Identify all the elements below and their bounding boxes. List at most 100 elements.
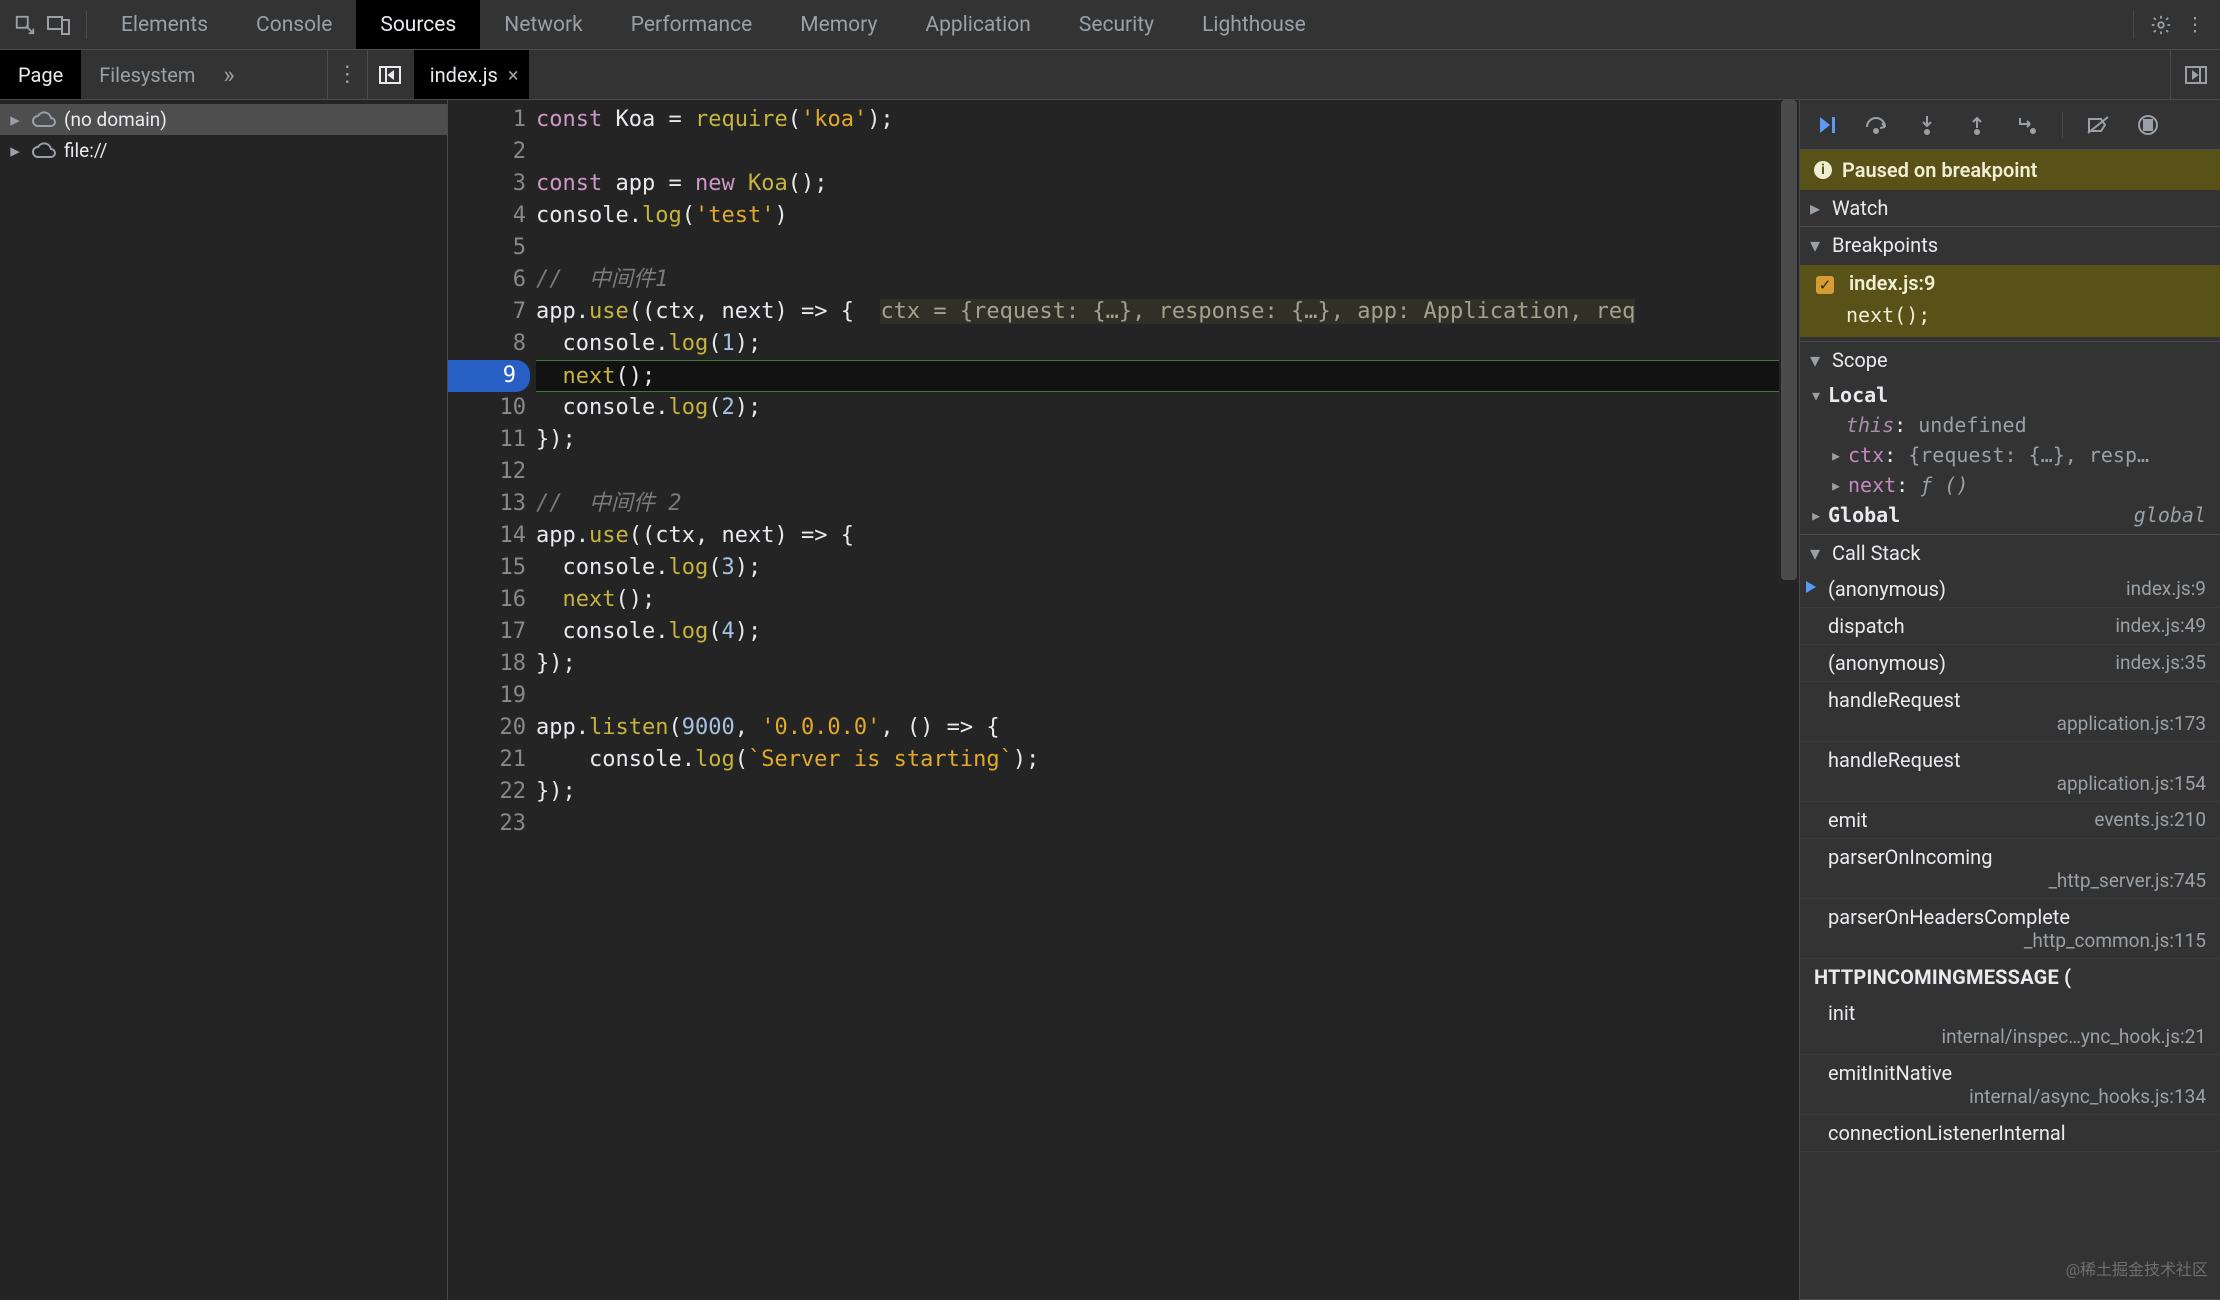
code-line[interactable]: const Koa = require('koa'); xyxy=(536,104,1799,136)
stack-frame[interactable]: initinternal/inspec…ync_hook.js:21 xyxy=(1800,995,2220,1055)
line-number[interactable]: 15 xyxy=(448,552,526,584)
line-number[interactable]: 20 xyxy=(448,712,526,744)
tab-memory[interactable]: Memory xyxy=(776,0,901,49)
code-line[interactable]: }); xyxy=(536,648,1799,680)
code-line[interactable] xyxy=(536,456,1799,488)
stack-frame[interactable]: (anonymous)index.js:35 xyxy=(1800,645,2220,682)
scope-header[interactable]: ▾ Scope xyxy=(1800,342,2220,378)
tab-performance[interactable]: Performance xyxy=(607,0,776,49)
tree-item-no-domain[interactable]: ▸ (no domain) xyxy=(0,104,447,135)
navigator-tab-filesystem[interactable]: Filesystem xyxy=(81,50,213,99)
line-number[interactable]: 1 xyxy=(448,104,526,136)
scope-next[interactable]: ▸next: ƒ () xyxy=(1800,470,2220,500)
line-number[interactable]: 12 xyxy=(448,456,526,488)
kebab-icon[interactable]: ⋮ xyxy=(2178,8,2212,42)
line-number[interactable]: 4 xyxy=(448,200,526,232)
line-number[interactable]: 23 xyxy=(448,808,526,840)
toggle-debugger-icon[interactable] xyxy=(2170,50,2220,99)
tab-lighthouse[interactable]: Lighthouse xyxy=(1178,0,1330,49)
code-line[interactable] xyxy=(536,808,1799,840)
code-area[interactable]: const Koa = require('koa'); const app = … xyxy=(536,100,1799,1300)
inspect-icon[interactable] xyxy=(8,8,42,42)
stack-frame[interactable]: connectionListenerInternal xyxy=(1800,1115,2220,1152)
scope-this[interactable]: this: undefined xyxy=(1800,410,2220,440)
device-toggle-icon[interactable] xyxy=(42,8,76,42)
code-line[interactable]: app.use((ctx, next) => { xyxy=(536,520,1799,552)
tree-item-file[interactable]: ▸ file:// xyxy=(0,135,447,166)
tab-console[interactable]: Console xyxy=(232,0,356,49)
resume-icon[interactable] xyxy=(1812,110,1842,140)
deactivate-breakpoints-icon[interactable] xyxy=(2083,110,2113,140)
line-number[interactable]: 5 xyxy=(448,232,526,264)
file-tab-index[interactable]: index.js × xyxy=(414,50,529,99)
code-line[interactable]: next(); xyxy=(536,360,1799,392)
step-over-icon[interactable] xyxy=(1862,110,1892,140)
code-line[interactable]: next(); xyxy=(536,584,1799,616)
step-icon[interactable] xyxy=(2012,110,2042,140)
code-line[interactable]: console.log(3); xyxy=(536,552,1799,584)
stack-frame[interactable]: emitevents.js:210 xyxy=(1800,802,2220,839)
scope-global[interactable]: ▸Global global xyxy=(1800,500,2220,530)
line-number[interactable]: 3 xyxy=(448,168,526,200)
pause-exceptions-icon[interactable] xyxy=(2133,110,2163,140)
gear-icon[interactable] xyxy=(2144,8,2178,42)
line-number[interactable]: 14 xyxy=(448,520,526,552)
line-number[interactable]: 6 xyxy=(448,264,526,296)
tab-security[interactable]: Security xyxy=(1055,0,1178,49)
scope-ctx[interactable]: ▸ctx: {request: {…}, resp… xyxy=(1800,440,2220,470)
code-line[interactable] xyxy=(536,680,1799,712)
line-number[interactable]: 10 xyxy=(448,392,526,424)
stack-frame[interactable]: parserOnIncoming_http_server.js:745 xyxy=(1800,839,2220,899)
watch-header[interactable]: ▸ Watch xyxy=(1800,190,2220,226)
code-line[interactable]: }); xyxy=(536,776,1799,808)
checkbox-checked-icon[interactable]: ✓ xyxy=(1816,276,1834,294)
tab-sources[interactable]: Sources xyxy=(356,0,480,49)
line-number[interactable]: 11 xyxy=(448,424,526,456)
line-number[interactable]: 22 xyxy=(448,776,526,808)
scrollbar-thumb[interactable] xyxy=(1781,100,1797,580)
code-line[interactable]: console.log(1); xyxy=(536,328,1799,360)
code-line[interactable]: }); xyxy=(536,424,1799,456)
code-line[interactable] xyxy=(536,136,1799,168)
code-line[interactable]: console.log(4); xyxy=(536,616,1799,648)
code-line[interactable]: console.log('test') xyxy=(536,200,1799,232)
close-icon[interactable]: × xyxy=(508,63,519,87)
line-number[interactable]: 8 xyxy=(448,328,526,360)
code-line[interactable]: const app = new Koa(); xyxy=(536,168,1799,200)
code-line[interactable]: // 中间件1 xyxy=(536,264,1799,296)
code-line[interactable]: console.log(2); xyxy=(536,392,1799,424)
stack-frame[interactable]: handleRequestapplication.js:173 xyxy=(1800,682,2220,742)
breakpoint-item[interactable]: ✓ index.js:9 next(); xyxy=(1800,265,2220,337)
scope-local[interactable]: ▾Local xyxy=(1800,380,2220,410)
code-line[interactable]: app.use((ctx, next) => { ctx = {request:… xyxy=(536,296,1799,328)
stack-frame[interactable]: emitInitNativeinternal/async_hooks.js:13… xyxy=(1800,1055,2220,1115)
line-number[interactable]: 19 xyxy=(448,680,526,712)
line-number[interactable]: 16 xyxy=(448,584,526,616)
navigator-tab-page[interactable]: Page xyxy=(0,50,81,99)
line-number[interactable]: 18 xyxy=(448,648,526,680)
line-number[interactable]: 9 xyxy=(448,360,530,392)
navigator-kebab-icon[interactable]: ⋮ xyxy=(327,50,367,99)
line-number[interactable]: 7 xyxy=(448,296,526,328)
navigator-tabs-more-icon[interactable]: » xyxy=(213,61,244,89)
line-number[interactable]: 13 xyxy=(448,488,526,520)
callstack-header[interactable]: ▾ Call Stack xyxy=(1800,535,2220,571)
vertical-scrollbar[interactable] xyxy=(1779,100,1799,1300)
code-line[interactable]: console.log(`Server is starting`); xyxy=(536,744,1799,776)
code-line[interactable]: app.listen(9000, '0.0.0.0', () => { xyxy=(536,712,1799,744)
stack-frame[interactable]: handleRequestapplication.js:154 xyxy=(1800,742,2220,802)
code-line[interactable]: // 中间件 2 xyxy=(536,488,1799,520)
step-out-icon[interactable] xyxy=(1962,110,1992,140)
step-into-icon[interactable] xyxy=(1912,110,1942,140)
code-line[interactable] xyxy=(536,232,1799,264)
stack-frame[interactable]: parserOnHeadersComplete_http_common.js:1… xyxy=(1800,899,2220,959)
line-number[interactable]: 2 xyxy=(448,136,526,168)
toggle-navigator-icon[interactable] xyxy=(368,66,412,84)
tab-elements[interactable]: Elements xyxy=(97,0,232,49)
stack-frame[interactable]: (anonymous)index.js:9 xyxy=(1800,571,2220,608)
stack-frame[interactable]: dispatchindex.js:49 xyxy=(1800,608,2220,645)
tab-network[interactable]: Network xyxy=(480,0,607,49)
breakpoints-header[interactable]: ▾ Breakpoints xyxy=(1800,227,2220,263)
code-editor[interactable]: 1234567891011121314151617181920212223 co… xyxy=(448,100,1800,1300)
line-number[interactable]: 21 xyxy=(448,744,526,776)
